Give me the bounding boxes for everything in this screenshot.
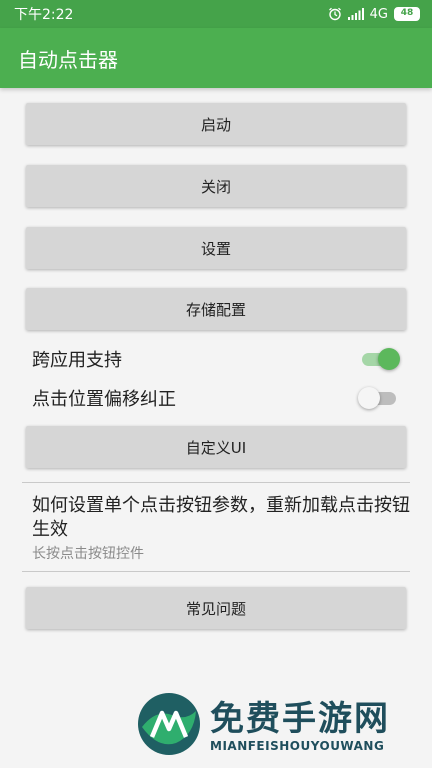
app-title: 自动点击器: [18, 47, 118, 72]
help-item-subtitle: 长按点击按钮控件: [32, 546, 144, 562]
cross-app-row[interactable]: 跨应用支持: [32, 344, 400, 374]
settings-button[interactable]: 设置: [26, 227, 406, 269]
alarm-icon: [328, 7, 342, 21]
battery-indicator: 48: [394, 7, 420, 21]
network-type: 4G: [369, 6, 388, 22]
cross-app-label: 跨应用支持: [32, 350, 122, 371]
faq-button[interactable]: 常见问题: [26, 587, 406, 629]
offset-correction-row[interactable]: 点击位置偏移纠正: [32, 383, 398, 413]
start-button[interactable]: 启动: [26, 103, 406, 145]
watermark-subtitle: MIANFEISHOUYOUWANG: [210, 739, 385, 753]
status-time: 下午2:22: [14, 7, 74, 23]
custom-ui-button[interactable]: 自定义UI: [26, 426, 406, 468]
close-button[interactable]: 关闭: [26, 165, 406, 207]
offset-correction-switch[interactable]: [358, 387, 398, 409]
switch-thumb: [358, 387, 380, 409]
watermark-title: 免费手游网: [210, 699, 390, 739]
app-bar: 自动点击器: [0, 28, 432, 88]
watermark-logo: [136, 691, 202, 761]
offset-correction-label: 点击位置偏移纠正: [32, 389, 176, 410]
watermark-text-block: 免费手游网 MIANFEISHOUYOUWANG: [210, 699, 390, 753]
watermark: 免费手游网 MIANFEISHOUYOUWANG: [136, 690, 390, 762]
signal-icon: [347, 8, 364, 20]
switch-thumb: [378, 348, 400, 370]
save-config-button[interactable]: 存储配置: [26, 288, 406, 330]
help-item[interactable]: 如何设置单个点击按钮参数，重新加载点击按钮生效 长按点击按钮控件: [32, 494, 412, 564]
divider: [22, 571, 410, 572]
status-bar: 下午2:22 4G 48: [0, 0, 432, 28]
help-item-title: 如何设置单个点击按钮参数，重新加载点击按钮生效: [32, 495, 410, 540]
divider: [22, 482, 410, 483]
cross-app-switch[interactable]: [360, 348, 400, 370]
status-icons: 4G 48: [328, 7, 420, 22]
